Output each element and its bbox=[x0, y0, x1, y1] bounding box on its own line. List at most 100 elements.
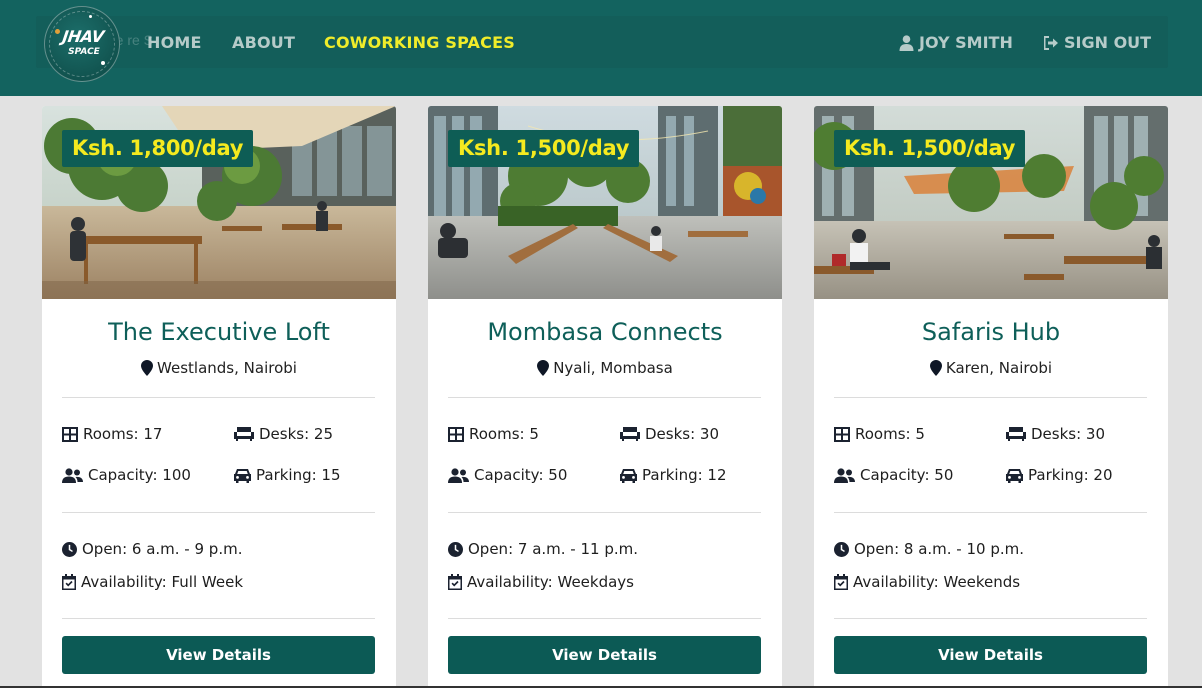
nav-user-link[interactable]: JOY SMITH bbox=[899, 33, 1013, 52]
desks-stat: Desks: 30 bbox=[620, 425, 719, 443]
couch-icon bbox=[234, 427, 254, 441]
capacity-stat: Capacity: 50 bbox=[834, 466, 953, 484]
users-icon bbox=[62, 467, 83, 483]
view-details-button[interactable]: View Details bbox=[834, 636, 1147, 674]
space-location: Karen, Nairobi bbox=[814, 359, 1168, 377]
couch-icon bbox=[1006, 427, 1026, 441]
desks-stat: Desks: 30 bbox=[1006, 425, 1105, 443]
space-location: Nyali, Mombasa bbox=[428, 359, 782, 377]
price-badge: Ksh. 1,500/day bbox=[834, 130, 1026, 167]
open-hours-text: Open: 8 a.m. - 10 p.m. bbox=[854, 540, 1025, 558]
divider bbox=[62, 618, 375, 619]
nav-signout-link[interactable]: SIGN OUT bbox=[1042, 33, 1151, 52]
space-card: Ksh. 1,500/day Mombasa Connects Nyali, M… bbox=[428, 106, 782, 688]
divider bbox=[448, 397, 761, 398]
logo-star-icon bbox=[89, 15, 92, 18]
desks-text: Desks: 30 bbox=[1031, 425, 1106, 443]
open-hours-stat: Open: 6 a.m. - 9 p.m. bbox=[62, 540, 242, 558]
logo-text-primary: JHAV bbox=[61, 27, 105, 46]
desks-text: Desks: 30 bbox=[645, 425, 720, 443]
price-badge: Ksh. 1,500/day bbox=[448, 130, 640, 167]
view-details-button[interactable]: View Details bbox=[62, 636, 375, 674]
logo-text-secondary: SPACE bbox=[68, 47, 100, 57]
capacity-text: Capacity: 50 bbox=[474, 466, 568, 484]
nav-link-about[interactable]: ABOUT bbox=[232, 33, 295, 52]
space-name[interactable]: The Executive Loft bbox=[42, 318, 396, 346]
calendar-check-icon bbox=[62, 574, 76, 590]
parking-text: Parking: 20 bbox=[1028, 466, 1113, 484]
capacity-stat: Capacity: 100 bbox=[62, 466, 191, 484]
space-photo[interactable]: Ksh. 1,500/day bbox=[814, 106, 1168, 299]
price-badge: Ksh. 1,800/day bbox=[62, 130, 254, 167]
table-grid-icon bbox=[834, 426, 850, 442]
nav-user-label: JOY SMITH bbox=[919, 33, 1013, 52]
map-marker-icon bbox=[141, 360, 154, 376]
availability-stat: Availability: Weekdays bbox=[448, 573, 634, 591]
clock-icon bbox=[62, 541, 77, 557]
parking-stat: Parking: 15 bbox=[234, 466, 341, 484]
view-details-button[interactable]: View Details bbox=[448, 636, 761, 674]
space-card: Ksh. 1,800/day The Executive Loft Westla… bbox=[42, 106, 396, 688]
availability-text: Availability: Weekdays bbox=[467, 573, 634, 591]
desks-stat: Desks: 25 bbox=[234, 425, 333, 443]
desks-text: Desks: 25 bbox=[259, 425, 334, 443]
rooms-stat: Rooms: 5 bbox=[834, 425, 925, 443]
divider bbox=[62, 397, 375, 398]
divider bbox=[448, 618, 761, 619]
space-location-text: Karen, Nairobi bbox=[945, 359, 1053, 377]
car-icon bbox=[620, 468, 637, 483]
calendar-check-icon bbox=[834, 574, 848, 590]
logo[interactable]: JHAV SPACE bbox=[44, 6, 120, 82]
space-name[interactable]: Safaris Hub bbox=[814, 318, 1168, 346]
clock-icon bbox=[834, 541, 849, 557]
divider bbox=[834, 512, 1147, 513]
rooms-stat: Rooms: 5 bbox=[448, 425, 539, 443]
parking-text: Parking: 15 bbox=[256, 466, 341, 484]
logo-star-icon bbox=[101, 61, 105, 65]
map-marker-icon bbox=[537, 360, 550, 376]
divider bbox=[62, 512, 375, 513]
space-photo[interactable]: Ksh. 1,500/day bbox=[428, 106, 782, 299]
parking-stat: Parking: 12 bbox=[620, 466, 727, 484]
clock-icon bbox=[448, 541, 463, 557]
rooms-text: Rooms: 5 bbox=[469, 425, 539, 443]
rooms-stat: Rooms: 17 bbox=[62, 425, 162, 443]
rooms-text: Rooms: 5 bbox=[855, 425, 925, 443]
capacity-text: Capacity: 100 bbox=[88, 466, 191, 484]
divider bbox=[834, 397, 1147, 398]
parking-stat: Parking: 20 bbox=[1006, 466, 1113, 484]
sign-out-icon bbox=[1044, 35, 1058, 50]
space-name[interactable]: Mombasa Connects bbox=[428, 318, 782, 346]
availability-stat: Availability: Weekends bbox=[834, 573, 1020, 591]
calendar-check-icon bbox=[448, 574, 462, 590]
table-grid-icon bbox=[62, 426, 78, 442]
availability-text: Availability: Weekends bbox=[853, 573, 1021, 591]
space-location-text: Westlands, Nairobi bbox=[157, 359, 297, 377]
divider bbox=[448, 512, 761, 513]
space-location: Westlands, Nairobi bbox=[42, 359, 396, 377]
users-icon bbox=[834, 467, 855, 483]
couch-icon bbox=[620, 427, 640, 441]
capacity-stat: Capacity: 50 bbox=[448, 466, 567, 484]
capacity-text: Capacity: 50 bbox=[860, 466, 954, 484]
open-hours-stat: Open: 8 a.m. - 10 p.m. bbox=[834, 540, 1024, 558]
rooms-text: Rooms: 17 bbox=[83, 425, 163, 443]
divider bbox=[834, 618, 1147, 619]
nav-link-home[interactable]: HOME bbox=[147, 33, 202, 52]
open-hours-text: Open: 6 a.m. - 9 p.m. bbox=[82, 540, 243, 558]
car-icon bbox=[234, 468, 251, 483]
parking-text: Parking: 12 bbox=[642, 466, 727, 484]
navbar: me re S JHAV SPACE HOME ABOUT COWORKING … bbox=[0, 0, 1202, 96]
availability-text: Availability: Full Week bbox=[81, 573, 244, 591]
nav-link-coworking-spaces[interactable]: COWORKING SPACES bbox=[324, 33, 515, 52]
space-location-text: Nyali, Mombasa bbox=[553, 359, 673, 377]
availability-stat: Availability: Full Week bbox=[62, 573, 243, 591]
space-card: Ksh. 1,500/day Safaris Hub Karen, Nairob… bbox=[814, 106, 1168, 688]
car-icon bbox=[1006, 468, 1023, 483]
users-icon bbox=[448, 467, 469, 483]
nav-signout-label: SIGN OUT bbox=[1064, 33, 1152, 52]
open-hours-text: Open: 7 a.m. - 11 p.m. bbox=[468, 540, 639, 558]
map-marker-icon bbox=[929, 360, 942, 376]
user-icon bbox=[899, 34, 914, 51]
space-photo[interactable]: Ksh. 1,800/day bbox=[42, 106, 396, 299]
